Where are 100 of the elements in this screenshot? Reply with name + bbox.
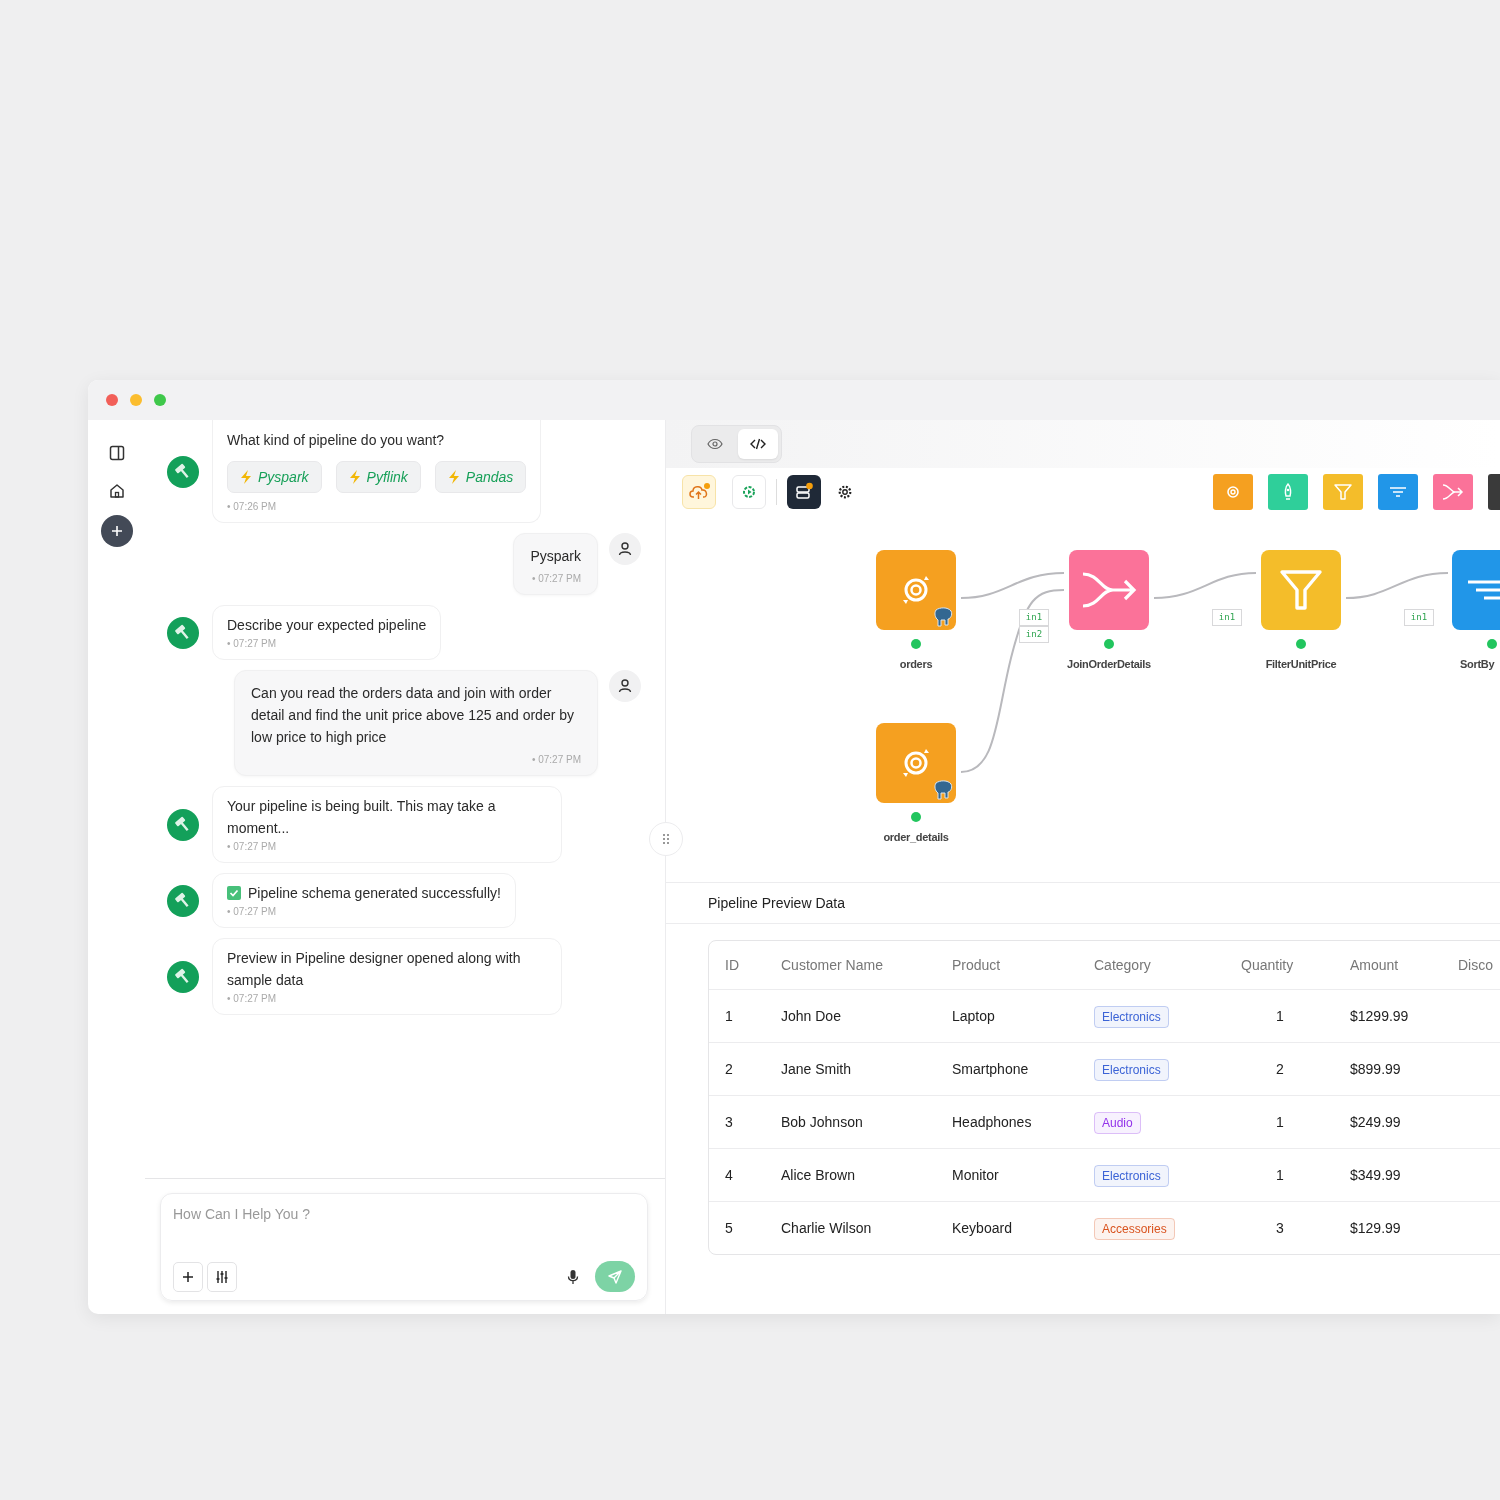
table-cell-text: Laptop bbox=[952, 1008, 996, 1024]
edge-label: in1 bbox=[1212, 609, 1242, 626]
message-time: • 07:27 PM bbox=[227, 906, 278, 917]
microphone-icon[interactable] bbox=[567, 1268, 579, 1285]
table-cell-text: Monitor bbox=[952, 1167, 1000, 1183]
status-dot bbox=[1296, 639, 1306, 649]
category-tag: Electronics bbox=[1094, 1165, 1169, 1187]
rocket-node-button[interactable] bbox=[1268, 474, 1308, 510]
node-button[interactable] bbox=[1488, 474, 1500, 510]
plus-icon bbox=[109, 524, 124, 538]
run-button[interactable] bbox=[732, 475, 766, 509]
upload-button[interactable] bbox=[682, 475, 716, 509]
node-label: JoinOrderDetails bbox=[1067, 658, 1151, 670]
message-text: Describe your expected pipeline bbox=[227, 616, 427, 635]
table-cell-text: $1299.99 bbox=[1350, 1008, 1410, 1024]
message-text: Your pipeline is being built. This may take a moment... bbox=[227, 797, 497, 838]
category-tag: Accessories bbox=[1094, 1218, 1175, 1240]
column-header: Customer Name bbox=[781, 957, 884, 973]
home-icon[interactable] bbox=[108, 483, 125, 499]
node-label: order_details bbox=[883, 831, 949, 843]
table-cell-text: 5 bbox=[725, 1220, 734, 1236]
database-button[interactable] bbox=[787, 475, 821, 509]
sidebar-toggle-icon[interactable] bbox=[108, 445, 125, 461]
node-label: SortBy bbox=[1460, 658, 1495, 670]
message-text: What kind of pipeline do you want? bbox=[227, 431, 445, 450]
table-cell-text: $349.99 bbox=[1350, 1167, 1402, 1183]
funnel-icon bbox=[1333, 482, 1353, 502]
table-cell-text: 1 bbox=[1275, 1114, 1285, 1130]
drag-handle[interactable] bbox=[649, 822, 683, 856]
table-cell-text: 1 bbox=[725, 1008, 734, 1024]
hammer-avatar-icon bbox=[167, 884, 199, 917]
funnel-icon bbox=[1279, 568, 1323, 612]
column-header: Product bbox=[952, 957, 1002, 973]
table-cell-text: 1 bbox=[1275, 1008, 1285, 1024]
option-chip[interactable]: Pandas bbox=[434, 461, 527, 493]
category-tag: Electronics bbox=[1094, 1006, 1169, 1028]
close-window-button[interactable] bbox=[106, 394, 118, 406]
user-avatar-icon bbox=[609, 533, 641, 565]
column-header: ID bbox=[725, 957, 740, 973]
table-cell-text: 2 bbox=[1275, 1061, 1285, 1077]
send-button[interactable] bbox=[595, 1261, 635, 1292]
table-cell-text: Alice Brown bbox=[781, 1167, 856, 1183]
message-time: • 07:27 PM bbox=[227, 993, 278, 1004]
column-header: Amount bbox=[1350, 957, 1400, 973]
message-input-field[interactable]: How Can I Help You ? bbox=[173, 1206, 635, 1222]
table-cell-text: 1 bbox=[1275, 1167, 1285, 1183]
join-node[interactable] bbox=[1069, 550, 1149, 630]
filter-node[interactable] bbox=[1261, 550, 1341, 630]
column-header: Quantity bbox=[1241, 957, 1295, 973]
send-icon bbox=[607, 1268, 623, 1285]
attach-button[interactable] bbox=[173, 1261, 203, 1292]
option-chip[interactable]: Pyflink bbox=[335, 461, 421, 493]
eye-icon bbox=[707, 438, 723, 450]
source-node-button[interactable] bbox=[1213, 474, 1253, 510]
column-header: Category bbox=[1094, 957, 1152, 973]
message-text: Pyspark bbox=[530, 547, 581, 566]
maximize-window-button[interactable] bbox=[154, 394, 166, 406]
join-node-button[interactable] bbox=[1433, 474, 1473, 510]
filter-node-button[interactable] bbox=[1323, 474, 1363, 510]
table-cell-text: Smartphone bbox=[952, 1061, 1030, 1077]
message-time: • 07:27 PM bbox=[227, 841, 278, 852]
table-cell-text: Headphones bbox=[952, 1114, 1033, 1130]
option-chip[interactable]: Pyspark bbox=[227, 461, 322, 493]
settings-sliders-button[interactable] bbox=[207, 1261, 237, 1292]
grip-dots-icon bbox=[662, 833, 670, 845]
status-dot bbox=[911, 639, 921, 649]
table-cell-text: Keyboard bbox=[952, 1220, 1013, 1236]
source-node[interactable] bbox=[876, 723, 956, 803]
status-dot bbox=[1104, 639, 1114, 649]
sort-node-button[interactable] bbox=[1378, 474, 1418, 510]
merge-arrow-icon bbox=[1441, 482, 1465, 502]
message-time: • 07:27 PM bbox=[227, 638, 278, 649]
message-time: • 07:26 PM bbox=[227, 501, 278, 512]
status-dot bbox=[911, 812, 921, 822]
table-cell-text: 3 bbox=[1275, 1220, 1285, 1236]
status-dot bbox=[1487, 639, 1497, 649]
settings-icon[interactable] bbox=[837, 484, 853, 500]
lightning-icon bbox=[348, 470, 361, 484]
code-brackets-icon bbox=[750, 438, 766, 450]
elephant-badge-icon bbox=[932, 779, 954, 801]
hammer-avatar-icon bbox=[167, 960, 199, 993]
table-cell-text: John Doe bbox=[781, 1008, 842, 1024]
edge-label: in1 bbox=[1404, 609, 1434, 626]
node-label: orders bbox=[899, 658, 933, 670]
message-text: Can you read the orders data and join with order detail and find the unit price above 125 and order by low price to high price bbox=[251, 684, 575, 747]
code-view-tab[interactable] bbox=[738, 429, 778, 459]
user-avatar-icon bbox=[609, 670, 641, 702]
category-tag: Audio bbox=[1094, 1112, 1141, 1134]
new-chat-button[interactable] bbox=[100, 515, 133, 547]
table-cell-text: $249.99 bbox=[1350, 1114, 1402, 1130]
check-icon bbox=[227, 886, 241, 900]
hammer-avatar-icon bbox=[167, 616, 199, 649]
source-node[interactable] bbox=[876, 550, 956, 630]
sliders-icon bbox=[215, 1269, 229, 1284]
table-cell-text: $129.99 bbox=[1350, 1220, 1402, 1236]
message-time: • 07:27 PM bbox=[531, 754, 581, 765]
table-cell-text: $899.99 bbox=[1350, 1061, 1402, 1077]
table-cell-text: 4 bbox=[725, 1167, 734, 1183]
section-title: Pipeline Preview Data bbox=[666, 883, 1500, 924]
lightning-icon bbox=[240, 470, 252, 484]
